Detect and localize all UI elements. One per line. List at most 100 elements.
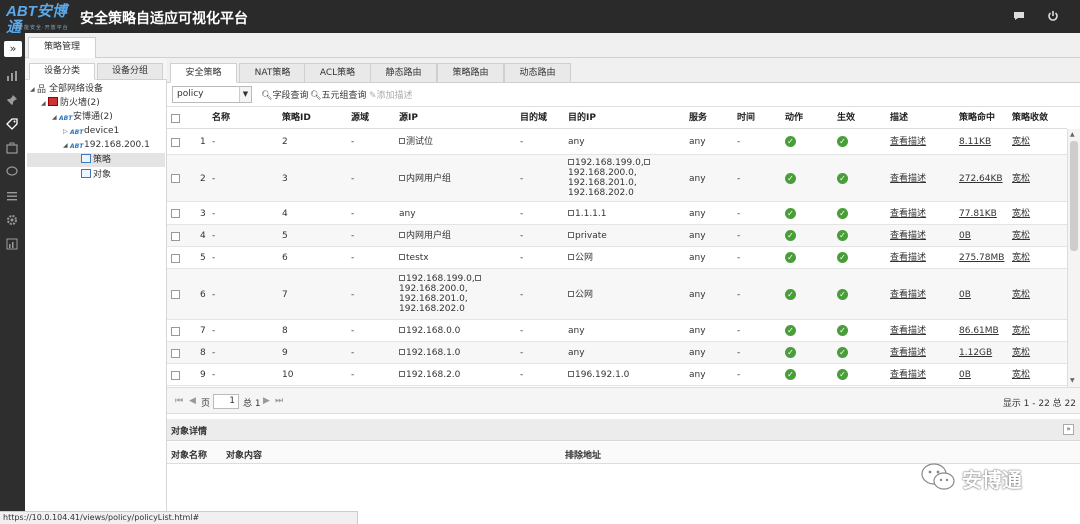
hits-link[interactable]: 1.12GB bbox=[959, 348, 992, 358]
first-page-icon[interactable]: ⏮ bbox=[175, 396, 183, 406]
table-row[interactable]: 4 - 5 - 内网用户组 - private any - ✓ ✓ 查看描述 0… bbox=[167, 225, 1067, 247]
table-row[interactable]: 7 - 8 - 192.168.0.0 - any any - ✓ ✓ 查看描述… bbox=[167, 320, 1067, 342]
col-service[interactable]: 服务 bbox=[689, 108, 707, 129]
hits-link[interactable]: 86.61MB bbox=[959, 326, 999, 336]
view-description-link[interactable]: 查看描述 bbox=[890, 209, 926, 219]
chevron-down-icon[interactable]: ▼ bbox=[239, 87, 251, 102]
row-checkbox[interactable] bbox=[171, 232, 180, 241]
col-dst-zone[interactable]: 目的域 bbox=[520, 108, 547, 129]
view-description-link[interactable]: 查看描述 bbox=[890, 290, 926, 300]
tree-node-object[interactable]: 对象 bbox=[81, 168, 111, 182]
collapse-arrow-icon[interactable]: ◢ bbox=[63, 139, 70, 153]
expand-arrow-icon[interactable]: ▷ bbox=[63, 125, 70, 139]
tree-node-policy[interactable]: 策略 bbox=[81, 153, 111, 167]
table-row[interactable]: 5 - 6 - testx - 公网 any - ✓ ✓ 查看描述 275.78… bbox=[167, 247, 1067, 269]
chart-icon[interactable] bbox=[4, 70, 20, 86]
policy-select[interactable]: policy ▼ bbox=[172, 86, 252, 103]
comment-icon[interactable] bbox=[4, 166, 20, 182]
collapse-icon[interactable]: » bbox=[1063, 424, 1074, 435]
tighten-link[interactable]: 宽松 bbox=[1012, 326, 1030, 336]
next-page-icon[interactable]: ▶ bbox=[263, 396, 270, 406]
col-src-zone[interactable]: 源域 bbox=[351, 108, 369, 129]
list-icon[interactable] bbox=[4, 190, 20, 206]
row-checkbox[interactable] bbox=[171, 371, 180, 380]
tab-policy-management[interactable]: 策略管理 bbox=[28, 37, 96, 58]
tuple-query-button[interactable]: 🔍︎五元组查询 bbox=[310, 89, 366, 103]
table-row[interactable]: 9 - 10 - 192.168.2.0 - 196.192.1.0 any -… bbox=[167, 364, 1067, 386]
table-scrollbar[interactable]: ▲ ▼ bbox=[1067, 129, 1080, 387]
tab-static-route[interactable]: 静态路由 bbox=[370, 63, 437, 83]
view-description-link[interactable]: 查看描述 bbox=[890, 231, 926, 241]
add-description-button[interactable]: ✎添加描述 bbox=[369, 89, 413, 103]
expand-icon[interactable]: » bbox=[4, 41, 22, 57]
hits-link[interactable]: 77.81KB bbox=[959, 209, 997, 219]
col-hits[interactable]: 策略命中 bbox=[959, 108, 995, 129]
select-all-checkbox[interactable] bbox=[171, 114, 180, 123]
view-description-link[interactable]: 查看描述 bbox=[890, 137, 926, 147]
scroll-up-icon[interactable]: ▲ bbox=[1070, 131, 1075, 138]
col-description[interactable]: 描述 bbox=[890, 108, 908, 129]
tree-root[interactable]: ◢ 品全部网络设备 bbox=[30, 82, 103, 96]
tab-device-category[interactable]: 设备分类 bbox=[29, 63, 95, 80]
tighten-link[interactable]: 宽松 bbox=[1012, 137, 1030, 147]
col-policy-id[interactable]: 策略ID bbox=[282, 108, 311, 129]
hits-link[interactable]: 0B bbox=[959, 231, 971, 241]
page-number-input[interactable]: 1 bbox=[213, 394, 239, 409]
tag-icon[interactable] bbox=[4, 118, 20, 134]
tighten-link[interactable]: 宽松 bbox=[1012, 348, 1030, 358]
briefcase-icon[interactable] bbox=[4, 142, 20, 158]
tree-node-vendor[interactable]: ◢ ABT安博通(2) bbox=[52, 110, 113, 124]
table-row[interactable]: 6 - 7 - 192.168.199.0, 192.168.200.0, 19… bbox=[167, 269, 1067, 320]
table-row[interactable]: 2 - 3 - 内网用户组 - 192.168.199.0, 192.168.2… bbox=[167, 155, 1067, 202]
tighten-link[interactable]: 宽松 bbox=[1012, 290, 1030, 300]
tree-node-ip[interactable]: ◢ ABT192.168.200.1 bbox=[63, 138, 150, 152]
tab-nat-policy[interactable]: NAT策略 bbox=[239, 63, 306, 83]
collapse-arrow-icon[interactable]: ◢ bbox=[52, 111, 59, 125]
tighten-link[interactable]: 宽松 bbox=[1012, 174, 1030, 184]
row-checkbox[interactable] bbox=[171, 327, 180, 336]
col-src-ip[interactable]: 源IP bbox=[399, 108, 418, 129]
hits-link[interactable]: 275.78MB bbox=[959, 253, 1004, 263]
settings-icon[interactable] bbox=[4, 214, 20, 230]
bar-chart-icon[interactable] bbox=[4, 238, 20, 254]
col-effective[interactable]: 生效 bbox=[837, 108, 855, 129]
scroll-thumb[interactable] bbox=[1070, 141, 1078, 251]
col-action[interactable]: 动作 bbox=[785, 108, 803, 129]
row-checkbox[interactable] bbox=[171, 209, 180, 218]
tree-node-firewall[interactable]: ◢ 防火墙(2) bbox=[41, 96, 100, 110]
hits-link[interactable]: 8.11KB bbox=[959, 137, 991, 147]
view-description-link[interactable]: 查看描述 bbox=[890, 348, 926, 358]
view-description-link[interactable]: 查看描述 bbox=[890, 174, 926, 184]
col-tighten[interactable]: 策略收敛 bbox=[1012, 108, 1048, 129]
table-row[interactable]: 8 - 9 - 192.168.1.0 - any any - ✓ ✓ 查看描述… bbox=[167, 342, 1067, 364]
table-row[interactable]: 1 - 2 - 测试位 - any any - ✓ ✓ 查看描述 8.11KB … bbox=[167, 129, 1067, 155]
tab-device-group[interactable]: 设备分组 bbox=[97, 63, 163, 80]
prev-page-icon[interactable]: ◀ bbox=[189, 396, 196, 406]
tighten-link[interactable]: 宽松 bbox=[1012, 209, 1030, 219]
view-description-link[interactable]: 查看描述 bbox=[890, 370, 926, 380]
tab-acl-policy[interactable]: ACL策略 bbox=[304, 63, 371, 83]
table-row[interactable]: 3 - 4 - any - 1.1.1.1 any - ✓ ✓ 查看描述 77.… bbox=[167, 202, 1067, 225]
hits-link[interactable]: 0B bbox=[959, 370, 971, 380]
hits-link[interactable]: 0B bbox=[959, 290, 971, 300]
row-checkbox[interactable] bbox=[171, 290, 180, 299]
collapse-arrow-icon[interactable]: ◢ bbox=[30, 83, 37, 97]
field-query-button[interactable]: 🔍︎字段查询 bbox=[261, 89, 308, 103]
col-time[interactable]: 时间 bbox=[737, 108, 755, 129]
tree-node-device1[interactable]: ▷ ABTdevice1 bbox=[63, 124, 119, 138]
chat-icon[interactable] bbox=[1012, 9, 1026, 23]
row-checkbox[interactable] bbox=[171, 349, 180, 358]
tab-dynamic-route[interactable]: 动态路由 bbox=[504, 63, 571, 83]
scroll-down-icon[interactable]: ▼ bbox=[1070, 377, 1075, 384]
power-icon[interactable] bbox=[1046, 9, 1060, 23]
collapse-arrow-icon[interactable]: ◢ bbox=[41, 97, 48, 111]
pin-icon[interactable] bbox=[4, 94, 20, 110]
tighten-link[interactable]: 宽松 bbox=[1012, 231, 1030, 241]
tighten-link[interactable]: 宽松 bbox=[1012, 370, 1030, 380]
hits-link[interactable]: 272.64KB bbox=[959, 174, 1003, 184]
tighten-link[interactable]: 宽松 bbox=[1012, 253, 1030, 263]
row-checkbox[interactable] bbox=[171, 254, 180, 263]
col-dst-ip[interactable]: 目的IP bbox=[568, 108, 596, 129]
col-name[interactable]: 名称 bbox=[212, 108, 230, 129]
last-page-icon[interactable]: ⏭ bbox=[275, 396, 283, 406]
